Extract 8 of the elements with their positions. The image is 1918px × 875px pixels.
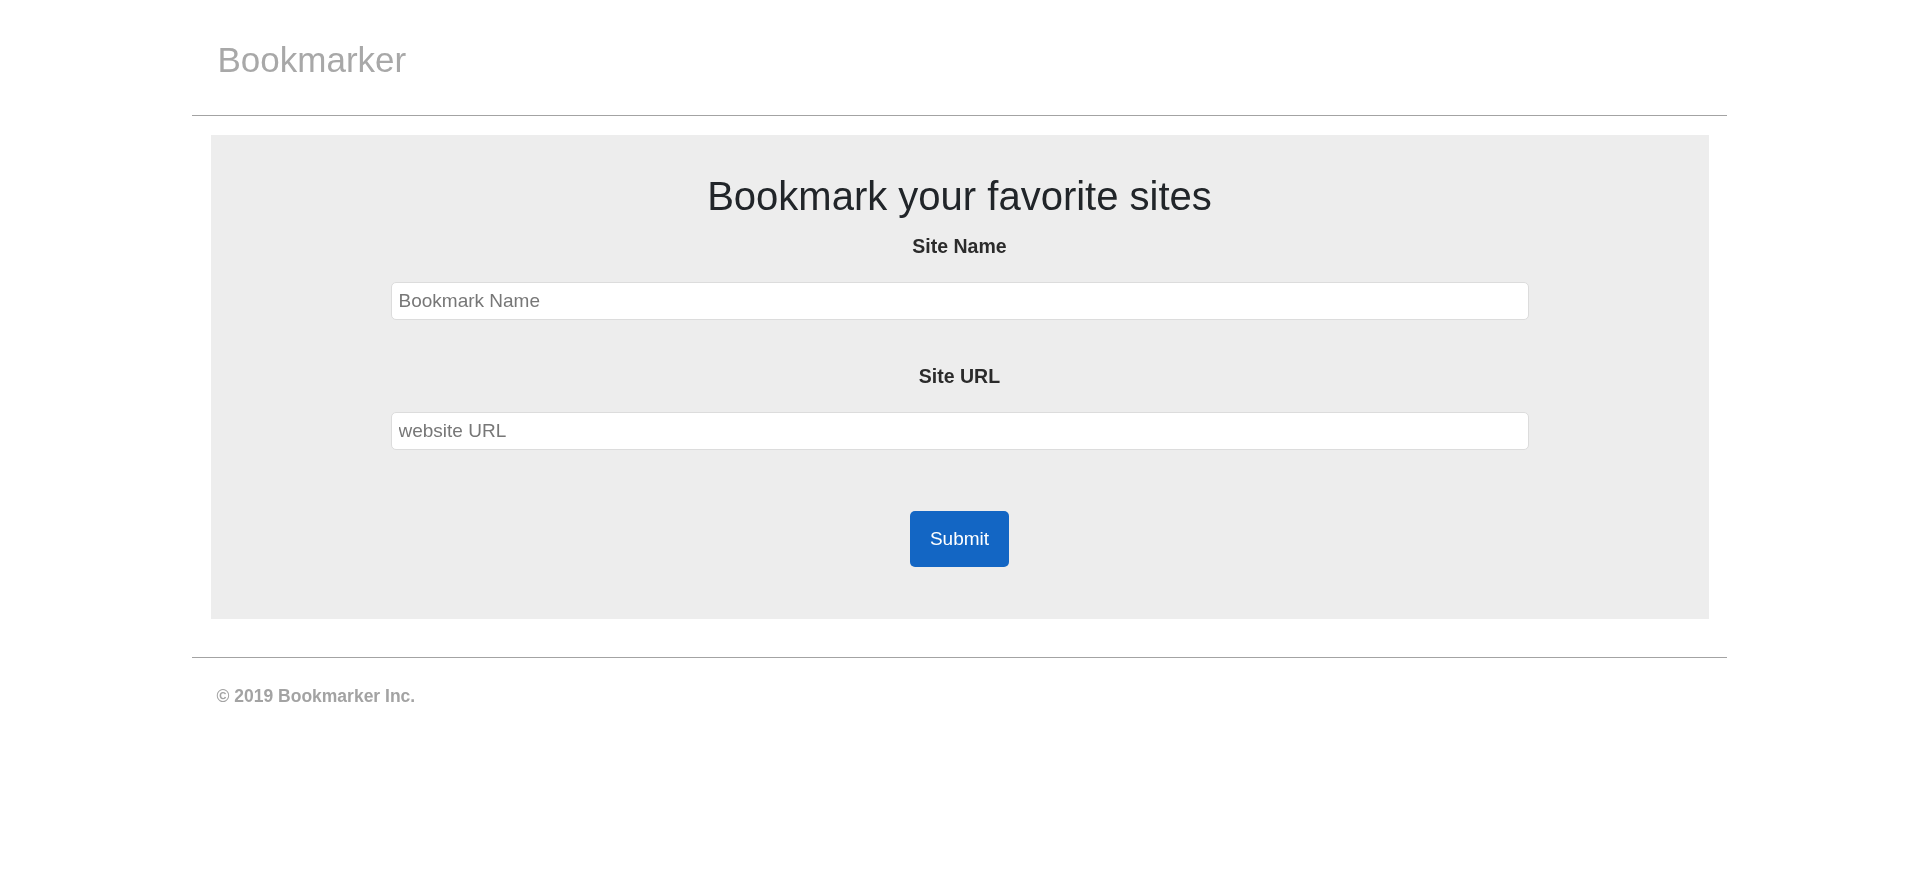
form-title: Bookmark your favorite sites bbox=[707, 173, 1212, 220]
text-input[interactable]: Bookmark Name bbox=[390, 282, 1529, 320]
field-label: Site Name bbox=[912, 234, 1007, 258]
text-input[interactable]: website URL bbox=[390, 412, 1529, 450]
brand-title: Bookmarker bbox=[217, 40, 407, 80]
field-label: Site URL bbox=[918, 364, 1001, 388]
submit-button[interactable]: Submit bbox=[910, 511, 1009, 567]
copyright-text: © 2019 Bookmarker Inc. bbox=[216, 686, 416, 706]
